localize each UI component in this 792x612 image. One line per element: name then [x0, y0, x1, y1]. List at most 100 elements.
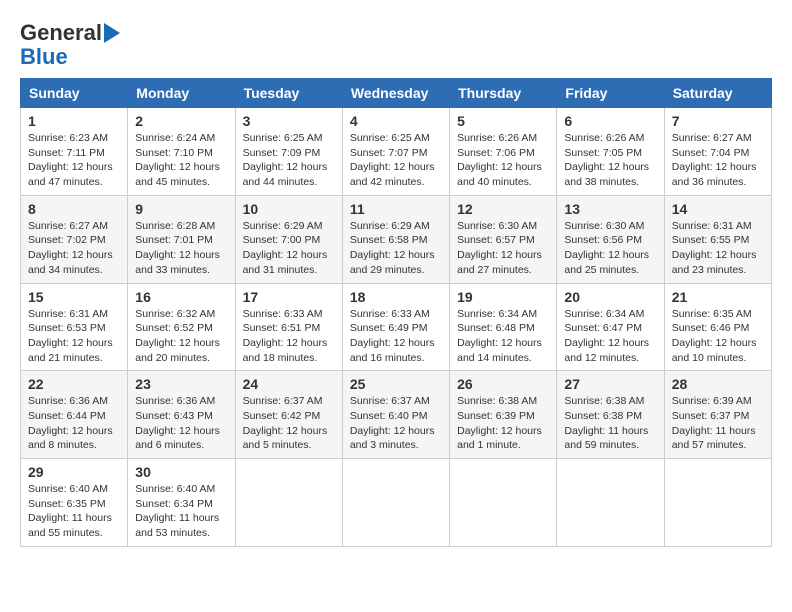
day-info: Sunrise: 6:30 AMSunset: 6:57 PMDaylight:…: [457, 219, 549, 278]
calendar-cell: [450, 459, 557, 547]
calendar-week-row: 8 Sunrise: 6:27 AMSunset: 7:02 PMDayligh…: [21, 195, 772, 283]
calendar-cell: 13 Sunrise: 6:30 AMSunset: 6:56 PMDaylig…: [557, 195, 664, 283]
day-info: Sunrise: 6:28 AMSunset: 7:01 PMDaylight:…: [135, 219, 227, 278]
day-number: 30: [135, 464, 227, 480]
day-info: Sunrise: 6:32 AMSunset: 6:52 PMDaylight:…: [135, 307, 227, 366]
calendar-cell: 11 Sunrise: 6:29 AMSunset: 6:58 PMDaylig…: [342, 195, 449, 283]
day-number: 16: [135, 289, 227, 305]
calendar-week-row: 1 Sunrise: 6:23 AMSunset: 7:11 PMDayligh…: [21, 108, 772, 196]
calendar-cell: 3 Sunrise: 6:25 AMSunset: 7:09 PMDayligh…: [235, 108, 342, 196]
day-info: Sunrise: 6:27 AMSunset: 7:04 PMDaylight:…: [672, 131, 764, 190]
calendar-cell: 14 Sunrise: 6:31 AMSunset: 6:55 PMDaylig…: [664, 195, 771, 283]
calendar-week-row: 29 Sunrise: 6:40 AMSunset: 6:35 PMDaylig…: [21, 459, 772, 547]
calendar-cell: 5 Sunrise: 6:26 AMSunset: 7:06 PMDayligh…: [450, 108, 557, 196]
day-info: Sunrise: 6:40 AMSunset: 6:35 PMDaylight:…: [28, 482, 120, 541]
day-info: Sunrise: 6:33 AMSunset: 6:51 PMDaylight:…: [243, 307, 335, 366]
day-info: Sunrise: 6:27 AMSunset: 7:02 PMDaylight:…: [28, 219, 120, 278]
day-number: 20: [564, 289, 656, 305]
calendar-cell: 6 Sunrise: 6:26 AMSunset: 7:05 PMDayligh…: [557, 108, 664, 196]
calendar-cell: 28 Sunrise: 6:39 AMSunset: 6:37 PMDaylig…: [664, 371, 771, 459]
day-number: 10: [243, 201, 335, 217]
day-info: Sunrise: 6:25 AMSunset: 7:07 PMDaylight:…: [350, 131, 442, 190]
calendar-cell: 2 Sunrise: 6:24 AMSunset: 7:10 PMDayligh…: [128, 108, 235, 196]
day-number: 7: [672, 113, 764, 129]
day-info: Sunrise: 6:34 AMSunset: 6:47 PMDaylight:…: [564, 307, 656, 366]
day-info: Sunrise: 6:37 AMSunset: 6:42 PMDaylight:…: [243, 394, 335, 453]
day-info: Sunrise: 6:26 AMSunset: 7:05 PMDaylight:…: [564, 131, 656, 190]
day-info: Sunrise: 6:30 AMSunset: 6:56 PMDaylight:…: [564, 219, 656, 278]
column-header-wednesday: Wednesday: [342, 79, 449, 108]
day-number: 4: [350, 113, 442, 129]
calendar-cell: 4 Sunrise: 6:25 AMSunset: 7:07 PMDayligh…: [342, 108, 449, 196]
calendar-cell: 21 Sunrise: 6:35 AMSunset: 6:46 PMDaylig…: [664, 283, 771, 371]
calendar-cell: 12 Sunrise: 6:30 AMSunset: 6:57 PMDaylig…: [450, 195, 557, 283]
calendar-cell: 27 Sunrise: 6:38 AMSunset: 6:38 PMDaylig…: [557, 371, 664, 459]
calendar-cell: 1 Sunrise: 6:23 AMSunset: 7:11 PMDayligh…: [21, 108, 128, 196]
calendar-cell: 23 Sunrise: 6:36 AMSunset: 6:43 PMDaylig…: [128, 371, 235, 459]
day-number: 25: [350, 376, 442, 392]
day-number: 24: [243, 376, 335, 392]
calendar-cell: 10 Sunrise: 6:29 AMSunset: 7:00 PMDaylig…: [235, 195, 342, 283]
day-number: 23: [135, 376, 227, 392]
day-number: 8: [28, 201, 120, 217]
day-info: Sunrise: 6:31 AMSunset: 6:53 PMDaylight:…: [28, 307, 120, 366]
day-number: 2: [135, 113, 227, 129]
calendar-cell: 25 Sunrise: 6:37 AMSunset: 6:40 PMDaylig…: [342, 371, 449, 459]
page-header: General Blue: [20, 20, 772, 68]
column-header-saturday: Saturday: [664, 79, 771, 108]
day-info: Sunrise: 6:26 AMSunset: 7:06 PMDaylight:…: [457, 131, 549, 190]
day-number: 14: [672, 201, 764, 217]
day-info: Sunrise: 6:40 AMSunset: 6:34 PMDaylight:…: [135, 482, 227, 541]
calendar-cell: 9 Sunrise: 6:28 AMSunset: 7:01 PMDayligh…: [128, 195, 235, 283]
day-number: 17: [243, 289, 335, 305]
day-info: Sunrise: 6:33 AMSunset: 6:49 PMDaylight:…: [350, 307, 442, 366]
day-number: 5: [457, 113, 549, 129]
logo-general: General: [20, 20, 102, 46]
day-number: 26: [457, 376, 549, 392]
logo-arrow-icon: [104, 23, 120, 43]
day-info: Sunrise: 6:23 AMSunset: 7:11 PMDaylight:…: [28, 131, 120, 190]
column-header-friday: Friday: [557, 79, 664, 108]
calendar-cell: 8 Sunrise: 6:27 AMSunset: 7:02 PMDayligh…: [21, 195, 128, 283]
day-info: Sunrise: 6:38 AMSunset: 6:39 PMDaylight:…: [457, 394, 549, 453]
column-header-sunday: Sunday: [21, 79, 128, 108]
day-info: Sunrise: 6:37 AMSunset: 6:40 PMDaylight:…: [350, 394, 442, 453]
calendar-cell: [235, 459, 342, 547]
calendar-cell: 30 Sunrise: 6:40 AMSunset: 6:34 PMDaylig…: [128, 459, 235, 547]
day-info: Sunrise: 6:36 AMSunset: 6:43 PMDaylight:…: [135, 394, 227, 453]
day-number: 22: [28, 376, 120, 392]
day-info: Sunrise: 6:29 AMSunset: 6:58 PMDaylight:…: [350, 219, 442, 278]
day-info: Sunrise: 6:25 AMSunset: 7:09 PMDaylight:…: [243, 131, 335, 190]
day-number: 6: [564, 113, 656, 129]
logo-blue: Blue: [20, 46, 68, 68]
day-info: Sunrise: 6:35 AMSunset: 6:46 PMDaylight:…: [672, 307, 764, 366]
day-number: 21: [672, 289, 764, 305]
day-number: 11: [350, 201, 442, 217]
calendar-cell: 17 Sunrise: 6:33 AMSunset: 6:51 PMDaylig…: [235, 283, 342, 371]
calendar-cell: 19 Sunrise: 6:34 AMSunset: 6:48 PMDaylig…: [450, 283, 557, 371]
calendar-cell: 29 Sunrise: 6:40 AMSunset: 6:35 PMDaylig…: [21, 459, 128, 547]
calendar-cell: 15 Sunrise: 6:31 AMSunset: 6:53 PMDaylig…: [21, 283, 128, 371]
day-number: 29: [28, 464, 120, 480]
day-number: 13: [564, 201, 656, 217]
calendar-cell: 20 Sunrise: 6:34 AMSunset: 6:47 PMDaylig…: [557, 283, 664, 371]
logo: General Blue: [20, 20, 120, 68]
day-info: Sunrise: 6:24 AMSunset: 7:10 PMDaylight:…: [135, 131, 227, 190]
day-info: Sunrise: 6:38 AMSunset: 6:38 PMDaylight:…: [564, 394, 656, 453]
calendar-header-row: SundayMondayTuesdayWednesdayThursdayFrid…: [21, 79, 772, 108]
day-number: 3: [243, 113, 335, 129]
calendar-cell: 22 Sunrise: 6:36 AMSunset: 6:44 PMDaylig…: [21, 371, 128, 459]
calendar-cell: 24 Sunrise: 6:37 AMSunset: 6:42 PMDaylig…: [235, 371, 342, 459]
day-number: 15: [28, 289, 120, 305]
day-number: 12: [457, 201, 549, 217]
day-info: Sunrise: 6:39 AMSunset: 6:37 PMDaylight:…: [672, 394, 764, 453]
day-number: 19: [457, 289, 549, 305]
column-header-monday: Monday: [128, 79, 235, 108]
day-number: 18: [350, 289, 442, 305]
calendar-cell: 18 Sunrise: 6:33 AMSunset: 6:49 PMDaylig…: [342, 283, 449, 371]
day-info: Sunrise: 6:29 AMSunset: 7:00 PMDaylight:…: [243, 219, 335, 278]
day-number: 9: [135, 201, 227, 217]
day-info: Sunrise: 6:31 AMSunset: 6:55 PMDaylight:…: [672, 219, 764, 278]
calendar-table: SundayMondayTuesdayWednesdayThursdayFrid…: [20, 78, 772, 547]
day-number: 28: [672, 376, 764, 392]
